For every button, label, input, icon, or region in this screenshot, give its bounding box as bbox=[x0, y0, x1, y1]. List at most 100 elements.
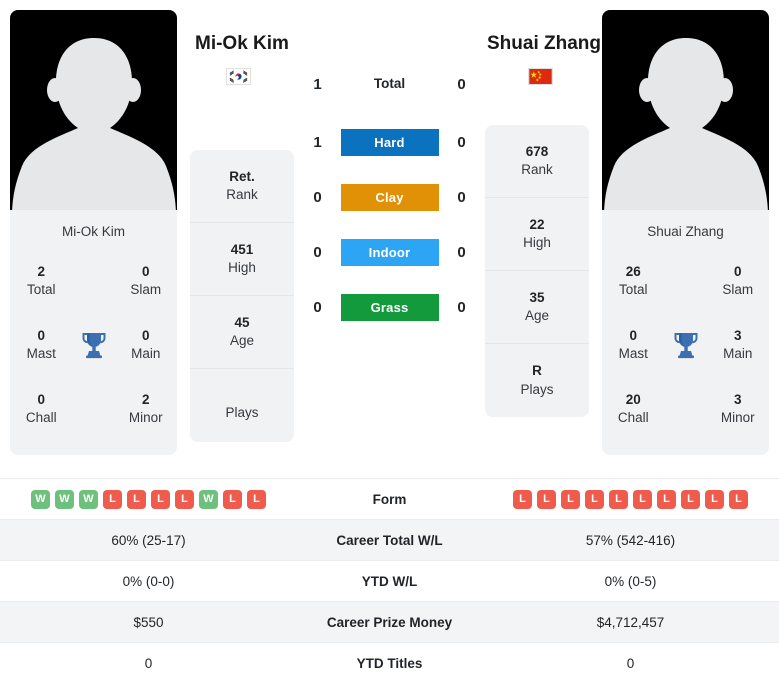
label: Total bbox=[373, 76, 406, 91]
value: 0 bbox=[141, 263, 150, 279]
left-plays-row: Plays bbox=[190, 369, 294, 442]
surface-badge-clay[interactable]: Clay bbox=[340, 184, 439, 211]
right-title-total: 26 Total bbox=[604, 263, 663, 299]
value: 451 bbox=[230, 241, 254, 257]
form-badge-loss[interactable]: L bbox=[681, 489, 700, 509]
h2h-clay-right: 0 bbox=[457, 189, 466, 206]
form-badge-win[interactable]: W bbox=[199, 489, 218, 509]
value: 2 bbox=[141, 391, 150, 407]
form-badge-loss[interactable]: L bbox=[729, 489, 748, 509]
label: Rank bbox=[226, 187, 258, 202]
form-badge-loss[interactable]: L bbox=[103, 489, 122, 509]
right-ranking-card: 678 Rank 22 High 35 Age R Plays bbox=[485, 125, 589, 417]
label: Minor bbox=[720, 410, 755, 425]
form-badge-loss[interactable]: L bbox=[223, 489, 242, 509]
value: Ret. bbox=[229, 168, 255, 184]
left-title-mast: 0 Mast bbox=[12, 327, 71, 363]
h2h-total-left: 1 bbox=[313, 75, 322, 93]
label: Minor bbox=[128, 410, 163, 425]
surface-badge-hard[interactable]: Hard bbox=[340, 129, 439, 156]
label: Rank bbox=[521, 162, 553, 177]
value: 20 bbox=[625, 391, 641, 407]
form-badge-loss[interactable]: L bbox=[657, 489, 676, 509]
h2h-total-row: 1 Total 0 bbox=[294, 75, 485, 93]
form-badge-win[interactable]: W bbox=[31, 489, 50, 509]
value: 2 bbox=[37, 263, 45, 279]
label: Mast bbox=[618, 346, 648, 361]
stats-table: WWWLLLLWLL Form LLLLLLLLLL 60% (25-17) C… bbox=[0, 478, 779, 683]
right-rank-row: 678 Rank bbox=[485, 125, 589, 198]
trophy-icon bbox=[82, 333, 105, 359]
h2h-clay-badge-cell: Clay bbox=[340, 184, 439, 211]
h2h-clay-left: 0 bbox=[313, 189, 322, 206]
right-titles-grid: 26 Total 0 Slam 0 Mast 3 Main 20 Chall 3… bbox=[602, 249, 769, 455]
h2h-grass-badge-cell: Grass bbox=[340, 294, 439, 321]
value: 0 bbox=[37, 391, 45, 407]
cn-flag-icon bbox=[528, 68, 553, 86]
form-badge-win[interactable]: W bbox=[55, 489, 74, 509]
label: Age bbox=[229, 333, 255, 348]
form-badge-win[interactable]: W bbox=[79, 489, 98, 509]
form-badge-loss[interactable]: L bbox=[513, 489, 532, 509]
label: Main bbox=[723, 346, 753, 361]
left-player-column: Mi-Ok Kim 2 Total 0 Slam 0 Mast 0 Main 0… bbox=[10, 10, 177, 455]
stat-label-career-prize-money: Career Prize Money bbox=[326, 614, 453, 630]
right-form-cell: LLLLLLLLLL bbox=[482, 489, 779, 509]
stat-label-form: Form bbox=[372, 491, 407, 507]
form-badge-loss[interactable]: L bbox=[609, 489, 628, 509]
left-player-card-name: Mi-Ok Kim bbox=[62, 224, 125, 239]
value: 0 bbox=[733, 263, 742, 279]
form-badge-loss[interactable]: L bbox=[705, 489, 724, 509]
comparison-panel: Mi-Ok Kim 2 Total 0 Slam 0 Mast 0 Main 0… bbox=[0, 0, 779, 478]
left-ytd-wl: 0% (0-0) bbox=[122, 573, 175, 589]
label: High bbox=[523, 235, 551, 250]
h2h-hard-left: 1 bbox=[313, 134, 322, 151]
value: 3 bbox=[733, 391, 742, 407]
form-badge-loss[interactable]: L bbox=[561, 489, 580, 509]
stat-row-ytd-titles: 0 YTD Titles 0 bbox=[0, 642, 779, 683]
left-career-total-wl: 60% (25-17) bbox=[111, 532, 186, 548]
left-trophy-icon bbox=[71, 331, 117, 359]
right-title-slam: 0 Slam bbox=[709, 263, 768, 299]
value: 0 bbox=[141, 327, 150, 343]
value: R bbox=[532, 363, 542, 379]
right-age-row: 35 Age bbox=[485, 271, 589, 344]
form-badge-loss[interactable]: L bbox=[127, 489, 146, 509]
label: Slam bbox=[130, 282, 162, 297]
form-badge-loss[interactable]: L bbox=[175, 489, 194, 509]
left-player-name-heading: Mi-Ok Kim bbox=[195, 33, 289, 54]
player-comparison-page: Mi-Ok Kim Shuai Zhang Mi-Ok Kim 2 Total … bbox=[0, 0, 779, 699]
label: Plays bbox=[520, 381, 554, 397]
value: 35 bbox=[529, 289, 545, 305]
h2h-indoor-right: 0 bbox=[457, 244, 466, 261]
form-badge-loss[interactable]: L bbox=[633, 489, 652, 509]
stat-row-career-total-wl: 60% (25-17) Career Total W/L 57% (542-41… bbox=[0, 519, 779, 560]
h2h-grass-row: 0 Grass 0 bbox=[294, 294, 485, 321]
surface-badge-grass[interactable]: Grass bbox=[340, 294, 439, 321]
left-form-cell: WWWLLLLWLL bbox=[0, 489, 297, 509]
right-career-total-wl: 57% (542-416) bbox=[585, 532, 676, 548]
h2h-hard-right: 0 bbox=[457, 134, 466, 151]
h2h-grass-right: 0 bbox=[457, 299, 466, 316]
form-badge-loss[interactable]: L bbox=[537, 489, 556, 509]
label: Chall bbox=[617, 410, 649, 425]
person-silhouette-icon bbox=[11, 38, 176, 210]
label: Age bbox=[524, 308, 550, 323]
label: Mast bbox=[26, 346, 56, 361]
h2h-grass-left: 0 bbox=[313, 299, 322, 316]
form-badge-loss[interactable]: L bbox=[585, 489, 604, 509]
stat-label-ytd-titles: YTD Titles bbox=[356, 655, 423, 671]
form-badge-loss[interactable]: L bbox=[151, 489, 170, 509]
form-badge-loss[interactable]: L bbox=[247, 489, 266, 509]
right-ytd-wl: 0% (0-5) bbox=[604, 573, 657, 589]
right-ytd-titles: 0 bbox=[626, 655, 635, 671]
trophy-icon bbox=[674, 333, 697, 359]
right-title-chall: 20 Chall bbox=[604, 391, 663, 427]
label: Total bbox=[618, 282, 648, 297]
left-ytd-titles: 0 bbox=[144, 655, 153, 671]
surface-badge-indoor[interactable]: Indoor bbox=[340, 239, 439, 266]
right-player-column: Shuai Zhang 26 Total 0 Slam 0 Mast 3 Mai… bbox=[602, 10, 769, 455]
value: 22 bbox=[529, 216, 545, 232]
h2h-indoor-badge-cell: Indoor bbox=[340, 239, 439, 266]
h2h-indoor-row: 0 Indoor 0 bbox=[294, 239, 485, 266]
